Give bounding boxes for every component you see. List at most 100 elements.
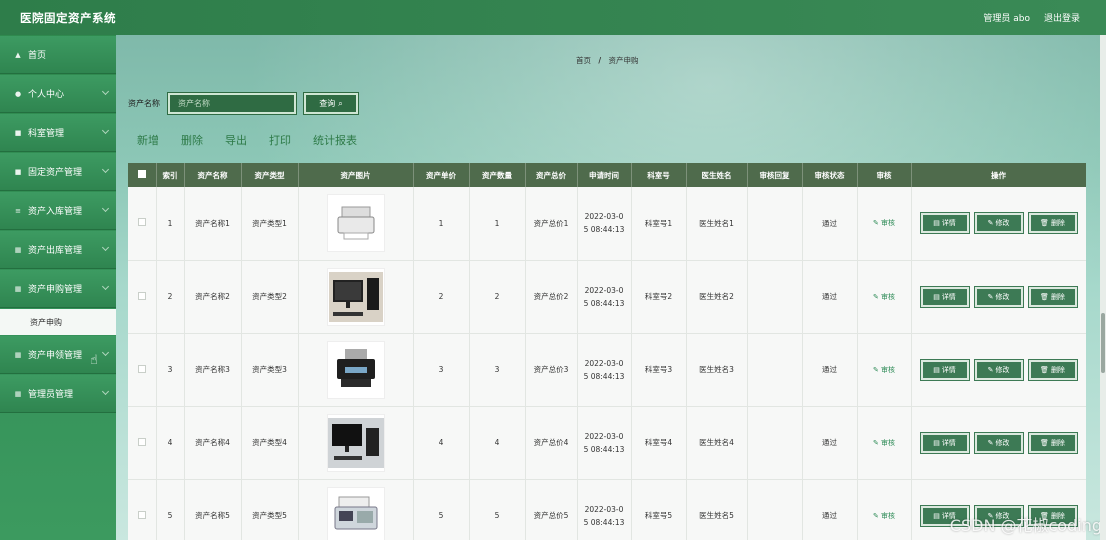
- cell-status: 通过: [802, 333, 858, 407]
- search-button[interactable]: 查询 ⌕: [303, 92, 359, 115]
- add-button[interactable]: 新增: [137, 132, 159, 148]
- desktop-image: [326, 413, 385, 472]
- cell-price: 4: [413, 406, 470, 480]
- chevron-down-icon: [101, 348, 110, 357]
- logout-link[interactable]: 退出登录: [1044, 11, 1080, 24]
- chevron-down-icon: [101, 387, 110, 396]
- delete-button[interactable]: 🗑 删除: [1027, 212, 1078, 235]
- cell-audit: ✎ 审核: [857, 333, 912, 407]
- row-checkbox[interactable]: [128, 333, 157, 407]
- scrollbar[interactable]: [1100, 35, 1106, 540]
- batch-delete-button[interactable]: 删除: [181, 132, 203, 148]
- cell-type: 资产类型1: [241, 187, 299, 261]
- pencil-icon: ✎: [872, 438, 879, 447]
- trash-icon: 🗑: [1040, 292, 1049, 301]
- edit-button[interactable]: ✎ 修改: [973, 285, 1024, 308]
- detail-button[interactable]: ▤ 详情: [919, 431, 970, 454]
- detail-button[interactable]: ▤ 详情: [919, 358, 970, 381]
- row-checkbox[interactable]: [128, 187, 157, 261]
- hand-cursor-icon: ☝: [90, 353, 98, 368]
- select-all-checkbox[interactable]: [128, 163, 157, 187]
- delete-button[interactable]: 🗑 删除: [1027, 358, 1078, 381]
- audit-link[interactable]: ✎ 审核: [873, 293, 895, 301]
- audit-link[interactable]: ✎ 审核: [873, 219, 895, 227]
- cell-reply: [747, 406, 803, 480]
- delete-button[interactable]: 🗑 删除: [1027, 285, 1078, 308]
- grid-icon: ▦: [14, 245, 22, 254]
- header-qty: 资产数量: [469, 163, 526, 187]
- sidebar-item-fixed-assets[interactable]: ■ 固定资产管理: [0, 153, 116, 191]
- cell-doctor: 医生姓名2: [686, 260, 748, 334]
- cell-name: 资产名称4: [184, 406, 242, 480]
- document-icon: ▤: [933, 219, 940, 228]
- sidebar-item-admin[interactable]: ▦ 管理员管理: [0, 375, 116, 413]
- row-checkbox[interactable]: [128, 406, 157, 480]
- cell-type: 资产类型4: [241, 406, 299, 480]
- header-total: 资产总价: [525, 163, 578, 187]
- detail-button[interactable]: ▤ 详情: [919, 212, 970, 235]
- cell-reply: [747, 479, 803, 540]
- print-button[interactable]: 打印: [269, 132, 291, 148]
- user-icon: ●: [14, 89, 22, 98]
- cell-audit: ✎ 审核: [857, 406, 912, 480]
- audit-link[interactable]: ✎ 审核: [873, 512, 895, 520]
- cell-reply: [747, 187, 803, 261]
- cell-type: 资产类型5: [241, 479, 299, 540]
- pencil-icon: ✎: [872, 292, 879, 301]
- menu-icon: ≡: [15, 206, 21, 215]
- cell-total: 资产总价2: [525, 260, 578, 334]
- app-title: 医院固定资产系统: [20, 10, 116, 25]
- cell-index: 2: [156, 260, 185, 334]
- breadcrumb-home[interactable]: 首页: [576, 56, 591, 65]
- audit-link[interactable]: ✎ 审核: [873, 366, 895, 374]
- top-bar: 医院固定资产系统 管理员 abo 退出登录: [0, 0, 1106, 35]
- document-icon: ▤: [933, 365, 940, 374]
- sidebar-item-profile[interactable]: ● 个人中心: [0, 75, 116, 113]
- cell-time: 2022-03-0 5 08:44:13: [577, 260, 632, 334]
- cell-total: 资产总价1: [525, 187, 578, 261]
- document-icon: ▤: [933, 511, 940, 520]
- sidebar-item-stock-out[interactable]: ▦ 资产出库管理: [0, 231, 116, 269]
- pencil-icon: ✎: [872, 219, 879, 228]
- delete-button[interactable]: 🗑 删除: [1027, 431, 1078, 454]
- cell-name: 资产名称3: [184, 333, 242, 407]
- cell-qty: 2: [469, 260, 526, 334]
- fax-image: [326, 486, 385, 540]
- cell-name: 资产名称2: [184, 260, 242, 334]
- cell-name: 资产名称1: [184, 187, 242, 261]
- cell-total: 资产总价4: [525, 406, 578, 480]
- watermark: CSDN @花椒coding: [949, 516, 1102, 535]
- sidebar-item-dept[interactable]: ■ 科室管理: [0, 114, 116, 152]
- pencil-icon: ✎: [987, 365, 994, 374]
- edit-button[interactable]: ✎ 修改: [973, 212, 1024, 235]
- cell-status: 通过: [802, 260, 858, 334]
- list-icon: ■: [14, 128, 22, 137]
- search-input[interactable]: [167, 92, 297, 115]
- cell-index: 3: [156, 333, 185, 407]
- cell-qty: 5: [469, 479, 526, 540]
- header-time: 申请时间: [577, 163, 632, 187]
- report-button[interactable]: 统计报表: [313, 132, 357, 148]
- export-button[interactable]: 导出: [225, 132, 247, 148]
- sidebar-item-stock-in[interactable]: ≡ 资产入库管理: [0, 192, 116, 230]
- detail-button[interactable]: ▤ 详情: [919, 285, 970, 308]
- user-name[interactable]: 管理员 abo: [983, 11, 1030, 24]
- edit-button[interactable]: ✎ 修改: [973, 431, 1024, 454]
- sidebar-item-home[interactable]: ▲ 首页: [0, 36, 116, 74]
- chevron-down-icon: [101, 243, 110, 252]
- edit-button[interactable]: ✎ 修改: [973, 358, 1024, 381]
- header-reply: 审核回复: [747, 163, 803, 187]
- cell-dept: 科室号5: [631, 479, 687, 540]
- toolbar: 新增 删除 导出 打印 统计报表: [137, 132, 357, 148]
- audit-link[interactable]: ✎ 审核: [873, 439, 895, 447]
- header-doctor: 医生姓名: [686, 163, 748, 187]
- row-checkbox[interactable]: [128, 479, 157, 540]
- sidebar-item-claim[interactable]: ▦ 资产申领管理: [0, 336, 116, 374]
- cell-price: 3: [413, 333, 470, 407]
- sidebar-item-purchase[interactable]: ▦ 资产申购管理: [0, 270, 116, 308]
- header-status: 审核状态: [802, 163, 858, 187]
- row-checkbox[interactable]: [128, 260, 157, 334]
- scrollbar-thumb[interactable]: [1101, 313, 1105, 373]
- sidebar-subitem-purchase[interactable]: 资产申购: [0, 309, 116, 335]
- cell-type: 资产类型2: [241, 260, 299, 334]
